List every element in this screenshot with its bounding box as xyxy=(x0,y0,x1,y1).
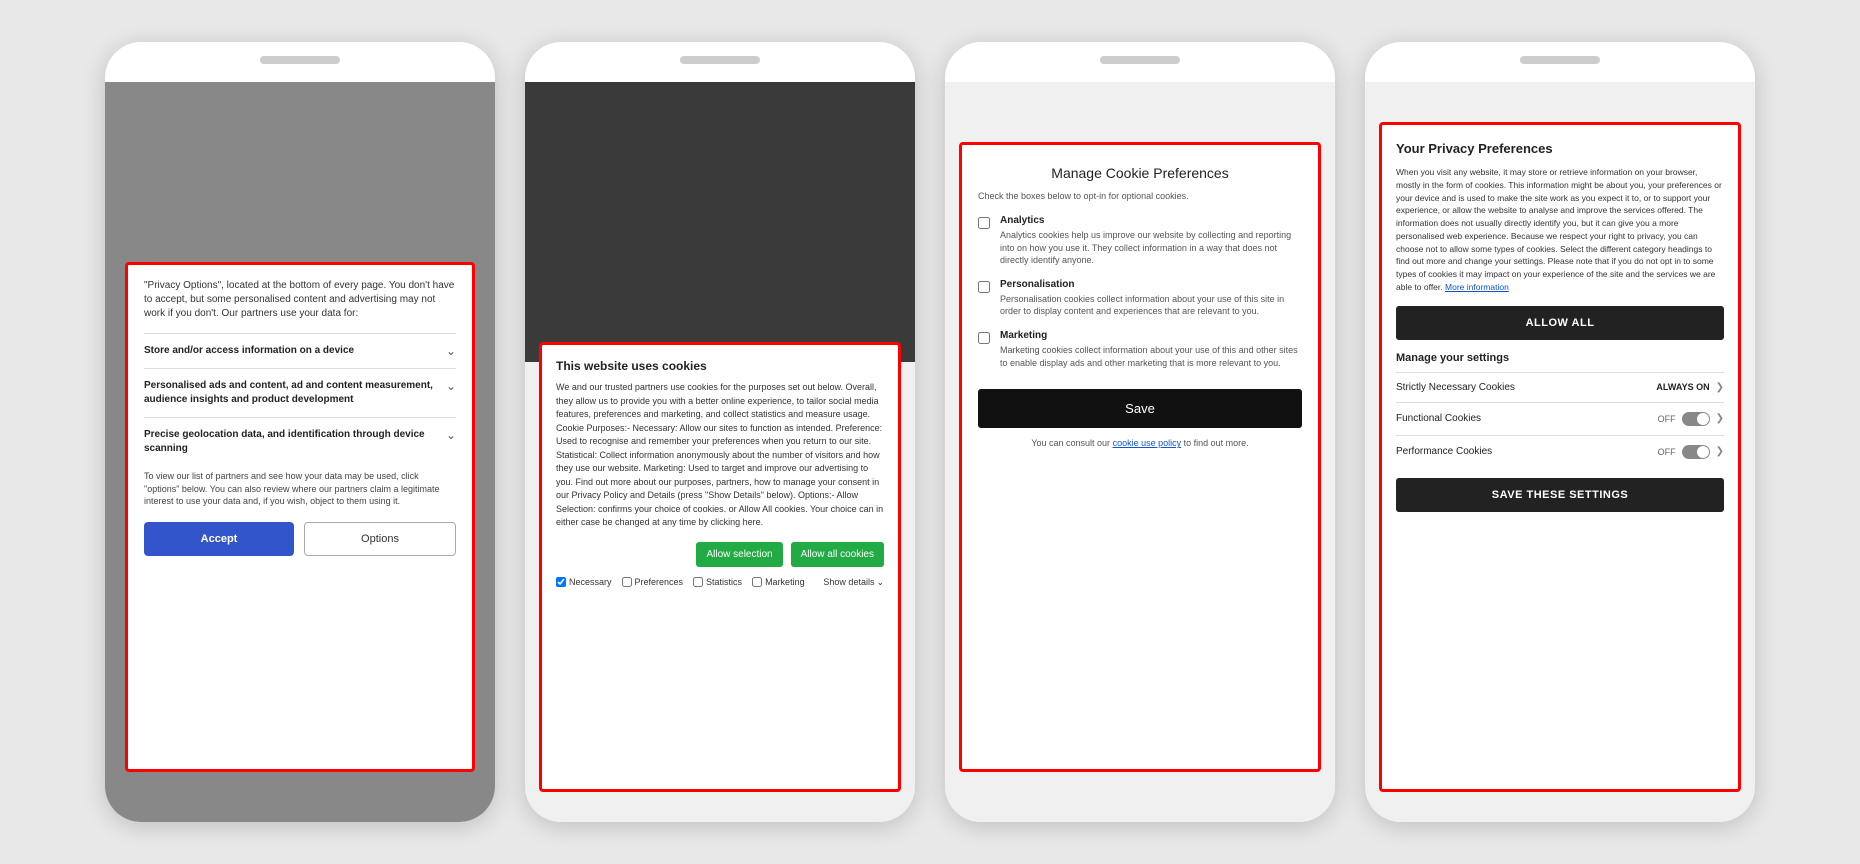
chevron-down-icon-2: ⌄ xyxy=(446,379,456,393)
performance-toggle[interactable] xyxy=(1682,445,1710,459)
always-on-label: ALWAYS ON xyxy=(1656,382,1709,392)
show-details-chevron-icon: ⌄ xyxy=(876,577,884,588)
phone-1-screen: "Privacy Options", located at the bottom… xyxy=(105,82,495,822)
phone-4-body-text: When you visit any website, it may store… xyxy=(1396,167,1722,292)
marketing-label: Marketing xyxy=(1000,330,1302,341)
personalisation-label: Personalisation xyxy=(1000,279,1302,290)
marketing-checkbox[interactable] xyxy=(978,332,990,344)
checkbox-necessary-input[interactable] xyxy=(556,577,566,587)
strictly-necessary-row[interactable]: Strictly Necessary Cookies ALWAYS ON ❯ xyxy=(1396,372,1724,402)
phone-3-footer: You can consult our cookie use policy to… xyxy=(978,438,1302,448)
strictly-necessary-label: Strictly Necessary Cookies xyxy=(1396,382,1515,393)
phone-3-title: Manage Cookie Preferences xyxy=(978,165,1302,181)
performance-cookies-row[interactable]: Performance Cookies OFF ❯ xyxy=(1396,435,1724,468)
phone-2-body: We and our trusted partners use cookies … xyxy=(556,381,884,530)
checkbox-marketing-label: Marketing xyxy=(765,577,805,587)
more-information-link[interactable]: More information xyxy=(1445,282,1509,292)
checkbox-necessary-label: Necessary xyxy=(569,577,612,587)
chevron-down-icon-1: ⌄ xyxy=(446,344,456,358)
phone-4-title: Your Privacy Preferences xyxy=(1396,141,1724,156)
phone-1: "Privacy Options", located at the bottom… xyxy=(105,42,495,822)
performance-cookies-right: OFF ❯ xyxy=(1658,445,1724,459)
phone-1-cookie-dialog: "Privacy Options", located at the bottom… xyxy=(125,262,475,772)
marketing-desc: Marketing cookies collect information ab… xyxy=(1000,344,1302,369)
phone-1-intro: "Privacy Options", located at the bottom… xyxy=(144,279,456,321)
phone-3-personalisation-row: Personalisation Personalisation cookies … xyxy=(978,279,1302,318)
save-button[interactable]: Save xyxy=(978,389,1302,428)
phone-2-title: This website uses cookies xyxy=(556,359,884,373)
phone-3-marketing-row: Marketing Marketing cookies collect info… xyxy=(978,330,1302,369)
show-details-button[interactable]: Show details ⌄ xyxy=(823,577,884,588)
cookie-option-row-1[interactable]: Store and/or access information on a dev… xyxy=(144,333,456,368)
show-details-label: Show details xyxy=(823,577,874,587)
phone-2-body-text: We and our trusted partners use cookies … xyxy=(556,382,883,527)
checkbox-marketing-input[interactable] xyxy=(752,577,762,587)
accept-button[interactable]: Accept xyxy=(144,522,294,556)
checkbox-marketing[interactable]: Marketing xyxy=(752,577,805,587)
personalisation-desc: Personalisation cookies collect informat… xyxy=(1000,293,1302,318)
analytics-label: Analytics xyxy=(1000,215,1302,226)
chevron-right-icon-1: ❯ xyxy=(1716,382,1724,393)
strictly-necessary-right: ALWAYS ON ❯ xyxy=(1656,382,1724,393)
cookie-option-row-2[interactable]: Personalised ads and content, ad and con… xyxy=(144,368,456,417)
phone-2-screen: This website uses cookies We and our tru… xyxy=(525,82,915,822)
options-button[interactable]: Options xyxy=(304,522,456,556)
checkbox-preferences-label: Preferences xyxy=(635,577,684,587)
phone-2-button-row: Allow selection Allow all cookies xyxy=(556,542,884,567)
chevron-right-icon-2: ❯ xyxy=(1716,413,1724,424)
phone-3-analytics-row: Analytics Analytics cookies help us impr… xyxy=(978,215,1302,267)
analytics-desc: Analytics cookies help us improve our we… xyxy=(1000,229,1302,267)
functional-toggle[interactable] xyxy=(1682,412,1710,426)
performance-off-label: OFF xyxy=(1658,447,1676,457)
allow-selection-button[interactable]: Allow selection xyxy=(696,542,782,567)
chevron-right-icon-3: ❯ xyxy=(1716,446,1724,457)
cookie-option-label-1: Store and/or access information on a dev… xyxy=(144,344,446,358)
phone-4: Your Privacy Preferences When you visit … xyxy=(1365,42,1755,822)
analytics-content: Analytics Analytics cookies help us impr… xyxy=(1000,215,1302,267)
footer-suffix: to find out more. xyxy=(1184,438,1249,448)
phone-3: Manage Cookie Preferences Check the boxe… xyxy=(945,42,1335,822)
checkbox-statistics-label: Statistics xyxy=(706,577,742,587)
allow-all-button[interactable]: ALLOW ALL xyxy=(1396,306,1724,340)
functional-cookies-row[interactable]: Functional Cookies OFF ❯ xyxy=(1396,402,1724,435)
manage-settings-heading: Manage your settings xyxy=(1396,352,1724,364)
phone-2: This website uses cookies We and our tru… xyxy=(525,42,915,822)
phone-1-button-row: Accept Options xyxy=(144,522,456,556)
phone-2-background xyxy=(525,82,915,362)
cookie-option-row-3[interactable]: Precise geolocation data, and identifica… xyxy=(144,417,456,466)
phone-4-body: When you visit any website, it may store… xyxy=(1396,166,1724,294)
phone-3-subtitle: Check the boxes below to opt-in for opti… xyxy=(978,191,1302,201)
phone-1-footer-text: To view our list of partners and see how… xyxy=(144,470,456,508)
checkbox-preferences[interactable]: Preferences xyxy=(622,577,684,587)
cookie-option-label-3: Precise geolocation data, and identifica… xyxy=(144,428,446,456)
functional-off-label: OFF xyxy=(1658,414,1676,424)
checkbox-statistics[interactable]: Statistics xyxy=(693,577,742,587)
phone-3-screen: Manage Cookie Preferences Check the boxe… xyxy=(945,82,1335,822)
save-settings-button[interactable]: SAVE THESE SETTINGS xyxy=(1396,478,1724,512)
phone-4-privacy-dialog: Your Privacy Preferences When you visit … xyxy=(1379,122,1741,792)
chevron-down-icon-3: ⌄ xyxy=(446,428,456,442)
checkbox-preferences-input[interactable] xyxy=(622,577,632,587)
allow-all-cookies-button[interactable]: Allow all cookies xyxy=(791,542,884,567)
footer-text: You can consult our xyxy=(1031,438,1110,448)
checkbox-statistics-input[interactable] xyxy=(693,577,703,587)
functional-cookies-right: OFF ❯ xyxy=(1658,412,1724,426)
marketing-content: Marketing Marketing cookies collect info… xyxy=(1000,330,1302,369)
analytics-checkbox[interactable] xyxy=(978,217,990,229)
performance-cookies-label: Performance Cookies xyxy=(1396,446,1492,457)
phone-2-cookie-dialog: This website uses cookies We and our tru… xyxy=(539,342,901,792)
phone-4-screen: Your Privacy Preferences When you visit … xyxy=(1365,82,1755,822)
functional-cookies-label: Functional Cookies xyxy=(1396,413,1481,424)
checkbox-necessary[interactable]: Necessary xyxy=(556,577,612,587)
cookie-option-label-2: Personalised ads and content, ad and con… xyxy=(144,379,446,407)
phone-3-cookie-dialog: Manage Cookie Preferences Check the boxe… xyxy=(959,142,1321,772)
personalisation-checkbox[interactable] xyxy=(978,281,990,293)
phone-2-checkbox-row: Necessary Preferences Statistics Marketi… xyxy=(556,577,884,588)
cookie-policy-link[interactable]: cookie use policy xyxy=(1113,438,1182,448)
personalisation-content: Personalisation Personalisation cookies … xyxy=(1000,279,1302,318)
